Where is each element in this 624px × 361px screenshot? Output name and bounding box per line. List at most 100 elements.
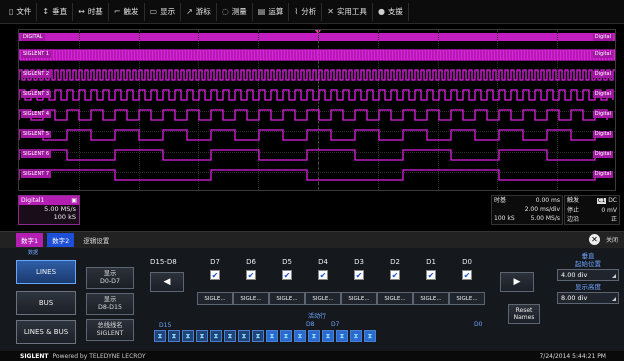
digital-channel-box[interactable]: Digital1 ▣ 5.00 MS/s 100 kS — [18, 195, 80, 225]
menu-measure[interactable]: ◌ 测量 — [217, 2, 253, 21]
active-bit-row[interactable]: ⧗ ⧗ ⧗ ⧗ ⧗ ⧗ ⧗ ⧗ ⧗ ⧗ ⧗ ⧗ ⧗ ⧗ ⧗ ⧗ — [154, 330, 378, 344]
menu-analysis[interactable]: ⌇ 分析 — [289, 2, 323, 21]
close-icon: ✕ — [588, 234, 600, 245]
channel-name-field[interactable]: SIGLE... — [341, 292, 377, 305]
menu-label: 运算 — [268, 7, 284, 16]
channel-trace — [19, 89, 614, 101]
digital-settings-panel: 数据 LINES BUS LINES & BUS 显示 D0-D7 显示 D8-… — [0, 248, 624, 351]
menu-label: 文件 — [16, 7, 32, 16]
channel-name-field[interactable]: SIGLE... — [449, 292, 485, 305]
show-d8-d15-range: D8-D15 — [98, 304, 122, 311]
channel-enable-checkbox[interactable]: ✔ — [210, 270, 220, 280]
bus-label: DIGITAL — [21, 34, 45, 41]
channel-column: D1 ✔ — [413, 258, 449, 280]
bus-name-selector[interactable]: 总线线名 SIGLENT — [86, 319, 134, 341]
channel-enable-checkbox[interactable]: ✔ — [354, 270, 364, 280]
menu-help[interactable]: ● 支援 — [373, 2, 409, 21]
bit-toggle[interactable]: ⧗ — [210, 330, 222, 342]
bit-toggle[interactable]: ⧗ — [350, 330, 362, 342]
bit-toggle[interactable]: ⧗ — [182, 330, 194, 342]
menu-label: 触发 — [123, 7, 139, 16]
vertical-title: 垂直 — [581, 252, 595, 260]
bit-toggle[interactable]: ⧗ — [168, 330, 180, 342]
channel-trace — [19, 49, 615, 61]
bit-toggle[interactable]: ⧗ — [308, 330, 320, 342]
show-d0-d7-range: D0-D7 — [100, 278, 120, 285]
bit-toggle[interactable]: ⧗ — [252, 330, 264, 342]
bit-toggle[interactable]: ⧗ — [280, 330, 292, 342]
trigger-box[interactable]: 触发 C1 DC 停止 0 mV 边沿 正 — [564, 195, 620, 225]
channel-enable-checkbox[interactable]: ✔ — [462, 270, 472, 280]
display-icon: ▭ — [149, 7, 158, 16]
channel-name-field[interactable]: SIGLE... — [197, 292, 233, 305]
bit-toggle[interactable]: ⧗ — [336, 330, 348, 342]
channel-enable-checkbox[interactable]: ✔ — [318, 270, 328, 280]
show-d8-d15-button[interactable]: 显示 D8-D15 — [86, 293, 134, 315]
channel-label: SIGLENT 7 — [21, 171, 52, 178]
timebase-delay: 0.00 ms — [535, 197, 560, 204]
channel-label: SIGLENT 2 — [21, 71, 52, 78]
channel-column-label: D7 — [210, 258, 220, 266]
channel-label: SIGLENT 5 — [21, 131, 52, 138]
prev-channels-button[interactable]: ◀ — [150, 272, 184, 292]
close-button[interactable]: ✕ 关闭 — [588, 234, 618, 245]
menu-display[interactable]: ▭ 显示 — [145, 2, 182, 21]
trigger-type: 边沿 — [567, 216, 580, 223]
channel-end-label: Digital — [592, 51, 613, 58]
start-position-field[interactable]: 4.00 div — [557, 269, 619, 281]
bit-toggle[interactable]: ⧗ — [196, 330, 208, 342]
tab-logic-settings[interactable]: 逻辑设置 — [78, 233, 114, 247]
channel-enable-checkbox[interactable]: ✔ — [282, 270, 292, 280]
chevron-right-icon: ▶ — [513, 277, 521, 287]
timebase-box[interactable]: 时基 0.00 ms 2.00 ms/div 100 kS 5.00 MS/s — [491, 195, 563, 225]
display-height-field[interactable]: 8.00 div — [557, 292, 619, 304]
next-channels-button[interactable]: ▶ — [500, 272, 534, 292]
channel-name-field[interactable]: SIGLE... — [377, 292, 413, 305]
waveform-display[interactable]: DIGITAL Digital SIGLENT 1 Digital SIGLENT … — [18, 29, 616, 191]
trigger-slope: 正 — [610, 216, 617, 223]
bit-toggle[interactable]: ⧗ — [238, 330, 250, 342]
bit-toggle[interactable]: ⧗ — [294, 330, 306, 342]
menu-math[interactable]: ▤ 运算 — [253, 2, 290, 21]
digital-bus-trace — [19, 33, 615, 41]
channel-name-field[interactable]: SIGLE... — [413, 292, 449, 305]
menu-trigger[interactable]: ⌐ 触发 — [109, 2, 145, 21]
bit-toggle[interactable]: ⧗ — [364, 330, 376, 342]
timebase-title: 时基 — [494, 197, 507, 204]
trigger-state: 停止 — [567, 207, 580, 214]
channel-column-label: D1 — [426, 258, 436, 266]
lines-and-bus-button[interactable]: LINES & BUS — [16, 320, 76, 344]
channel-column-label: D2 — [390, 258, 400, 266]
bit-toggle[interactable]: ⧗ — [154, 330, 166, 342]
tab-digital1[interactable]: 数字1 — [16, 233, 44, 247]
menu-label: 分析 — [301, 7, 317, 16]
reset-names-button[interactable]: Reset Names — [508, 304, 540, 324]
channel-trace — [19, 109, 608, 121]
bus-name-value: SIGLENT — [96, 330, 124, 337]
active-row-label: 活动行 — [308, 313, 327, 320]
channel-enable-checkbox[interactable]: ✔ — [426, 270, 436, 280]
menu-utility[interactable]: ✕ 实用工具 — [322, 2, 373, 21]
bit-toggle[interactable]: ⧗ — [224, 330, 236, 342]
channel-enable-checkbox[interactable]: ✔ — [390, 270, 400, 280]
bit-toggle[interactable]: ⧗ — [266, 330, 278, 342]
lines-button[interactable]: LINES — [16, 260, 76, 284]
menu-cursor[interactable]: ↗ 游标 — [181, 2, 217, 21]
channel-name-field[interactable]: SIGLE... — [269, 292, 305, 305]
bit-toggle[interactable]: ⧗ — [322, 330, 334, 342]
channel-enable-checkbox[interactable]: ✔ — [246, 270, 256, 280]
powered-by: Powered by TELEDYNE LECROY — [52, 352, 146, 360]
tab-digital2[interactable]: 数字2 — [47, 233, 75, 247]
menu-file[interactable]: ▯ 文件 — [4, 2, 38, 21]
channel-name-field[interactable]: SIGLE... — [305, 292, 341, 305]
menu-vertical[interactable]: ↕ 垂直 — [37, 2, 74, 21]
channel-name-field[interactable]: SIGLE... — [233, 292, 269, 305]
channel-trace — [19, 69, 615, 81]
show-d0-d7-button[interactable]: 显示 D0-D7 — [86, 267, 134, 289]
bus-button[interactable]: BUS — [16, 291, 76, 315]
names-label: Names — [513, 314, 535, 321]
channel-column: D3 ✔ — [341, 258, 377, 280]
panel-mini-label: 数据 — [28, 250, 39, 256]
digital-box-title: Digital1 — [21, 197, 45, 204]
menu-timebase[interactable]: ↔ 时基 — [73, 2, 109, 21]
